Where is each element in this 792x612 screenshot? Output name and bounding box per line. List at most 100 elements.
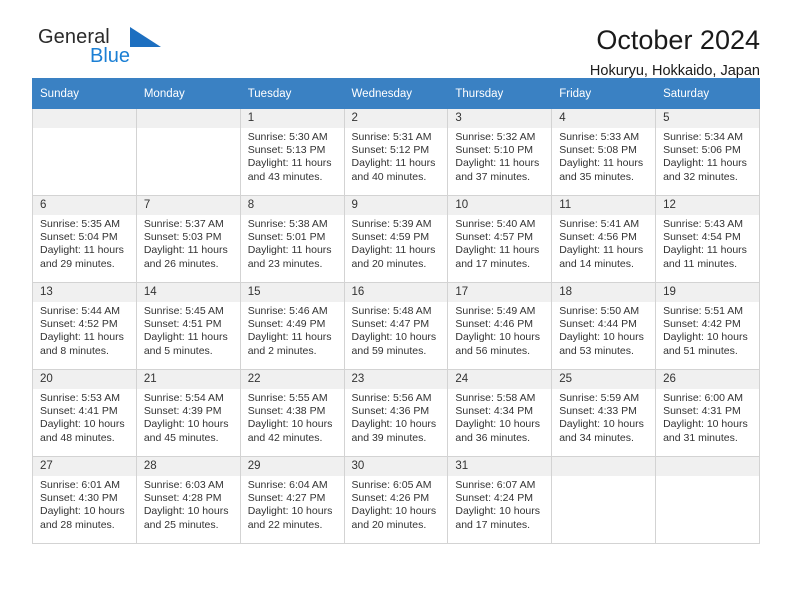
sunrise-text: Sunrise: 5:48 AM <box>351 305 432 317</box>
calendar-cell-day-18[interactable]: 18 Sunrise: 5:50 AM Sunset: 4:44 PM Dayligh… <box>551 282 657 370</box>
day-details: Sunrise: 5:50 AM Sunset: 4:44 PM Daylight:… <box>552 302 655 358</box>
sunset-text: Sunset: 4:51 PM <box>143 318 222 331</box>
day-details: Sunrise: 5:49 AM Sunset: 4:46 PM Daylight:… <box>448 302 551 358</box>
daylight-text: Daylight: 11 hours and 37 minutes. <box>455 157 540 183</box>
calendar-cell-empty <box>551 456 657 544</box>
calendar-cell-day-25[interactable]: 25 Sunrise: 5:59 AM Sunset: 4:33 PM Dayligh… <box>551 369 657 457</box>
calendar-cell-day-26[interactable]: 26 Sunrise: 6:00 AM Sunset: 4:31 PM Dayligh… <box>655 369 760 457</box>
weekday-header-sunday: Sunday <box>32 78 137 109</box>
calendar-cell-day-22[interactable]: 22 Sunrise: 5:55 AM Sunset: 4:38 PM Dayligh… <box>239 369 345 457</box>
sunrise-text: Sunrise: 5:46 AM <box>247 305 328 317</box>
day-details: Sunrise: 5:38 AM Sunset: 5:01 PM Daylight:… <box>241 215 344 271</box>
day-number: 28 <box>136 457 240 476</box>
calendar-cell-day-11[interactable]: 11 Sunrise: 5:41 AM Sunset: 4:56 PM Dayligh… <box>551 195 657 283</box>
sunset-text: Sunset: 4:28 PM <box>143 492 222 505</box>
calendar-cell-day-8[interactable]: 8 Sunrise: 5:38 AM Sunset: 5:01 PM Daylight… <box>239 195 345 283</box>
sunset-text: Sunset: 5:10 PM <box>455 144 534 157</box>
sunrise-text: Sunrise: 6:04 AM <box>247 479 328 491</box>
calendar-cell-day-30[interactable]: 30 Sunrise: 6:05 AM Sunset: 4:26 PM Dayligh… <box>343 456 449 544</box>
day-details: Sunrise: 5:46 AM Sunset: 4:49 PM Daylight:… <box>241 302 344 358</box>
calendar-cell-day-6[interactable]: 6 Sunrise: 5:35 AM Sunset: 5:04 PM Daylight… <box>32 195 137 283</box>
daylight-text: Daylight: 10 hours and 25 minutes. <box>143 505 229 531</box>
day-number: 25 <box>552 370 656 389</box>
day-number: 22 <box>240 370 344 389</box>
daylight-text: Daylight: 11 hours and 23 minutes. <box>247 244 332 270</box>
calendar-cell-day-21[interactable]: 21 Sunrise: 5:54 AM Sunset: 4:39 PM Dayligh… <box>135 369 241 457</box>
day-number: 11 <box>552 196 656 215</box>
daylight-text: Daylight: 10 hours and 34 minutes. <box>559 418 644 444</box>
calendar-cell-day-16[interactable]: 16 Sunrise: 5:48 AM Sunset: 4:47 PM Dayligh… <box>343 282 449 370</box>
day-details: Sunrise: 5:55 AM Sunset: 4:38 PM Daylight:… <box>241 389 344 445</box>
sunset-text: Sunset: 5:01 PM <box>247 231 326 244</box>
day-details: Sunrise: 5:35 AM Sunset: 5:04 PM Daylight:… <box>33 215 136 271</box>
day-details: Sunrise: 5:59 AM Sunset: 4:33 PM Daylight:… <box>552 389 655 445</box>
daylight-text: Daylight: 10 hours and 31 minutes. <box>663 418 748 444</box>
day-number: 26 <box>656 370 759 389</box>
sunset-text: Sunset: 5:06 PM <box>663 144 741 157</box>
calendar-cell-day-24[interactable]: 24 Sunrise: 5:58 AM Sunset: 4:34 PM Dayligh… <box>447 369 553 457</box>
day-details: Sunrise: 5:34 AM Sunset: 5:06 PM Daylight:… <box>656 128 759 184</box>
calendar-cell-day-19[interactable]: 19 Sunrise: 5:51 AM Sunset: 4:42 PM Dayligh… <box>655 282 760 370</box>
daylight-text: Daylight: 11 hours and 2 minutes. <box>247 331 332 357</box>
calendar-cell-day-12[interactable]: 12 Sunrise: 5:43 AM Sunset: 4:54 PM Dayligh… <box>655 195 760 283</box>
sunset-text: Sunset: 4:57 PM <box>455 231 534 244</box>
calendar-cell-day-27[interactable]: 27 Sunrise: 6:01 AM Sunset: 4:30 PM Dayligh… <box>32 456 137 544</box>
calendar-cell-day-5[interactable]: 5 Sunrise: 5:34 AM Sunset: 5:06 PM Daylight… <box>655 108 760 196</box>
calendar-cell-day-3[interactable]: 3 Sunrise: 5:32 AM Sunset: 5:10 PM Daylight… <box>447 108 553 196</box>
calendar-cell-empty <box>655 456 760 544</box>
sunrise-text: Sunrise: 5:54 AM <box>143 392 224 404</box>
day-number: 16 <box>344 283 448 302</box>
sunset-text: Sunset: 4:47 PM <box>351 318 430 331</box>
calendar-cell-day-17[interactable]: 17 Sunrise: 5:49 AM Sunset: 4:46 PM Dayligh… <box>447 282 553 370</box>
day-number: 12 <box>656 196 759 215</box>
sunrise-text: Sunrise: 6:07 AM <box>455 479 536 491</box>
calendar-cell-day-1[interactable]: 1 Sunrise: 5:30 AM Sunset: 5:13 PM Daylight… <box>239 108 345 196</box>
calendar-cell-day-29[interactable]: 29 Sunrise: 6:04 AM Sunset: 4:27 PM Dayligh… <box>239 456 345 544</box>
sunrise-text: Sunrise: 6:05 AM <box>351 479 432 491</box>
calendar-cell-day-4[interactable]: 4 Sunrise: 5:33 AM Sunset: 5:08 PM Daylight… <box>551 108 657 196</box>
sunset-text: Sunset: 4:44 PM <box>559 318 637 331</box>
sunset-text: Sunset: 4:46 PM <box>455 318 534 331</box>
sunrise-text: Sunrise: 6:03 AM <box>143 479 224 491</box>
calendar-cell-day-2[interactable]: 2 Sunrise: 5:31 AM Sunset: 5:12 PM Daylight… <box>343 108 449 196</box>
sunrise-sunset-calendar: Sunday Monday Tuesday Wednesday Thursday… <box>32 78 760 544</box>
sunset-text: Sunset: 4:42 PM <box>663 318 741 331</box>
calendar-cell-day-20[interactable]: 20 Sunrise: 5:53 AM Sunset: 4:41 PM Dayligh… <box>32 369 137 457</box>
title-block: October 2024 Hokuryu, Hokkaido, Japan <box>590 24 760 82</box>
sunrise-text: Sunrise: 5:55 AM <box>247 392 328 404</box>
page-title: October 2024 <box>596 25 760 55</box>
sunset-text: Sunset: 4:26 PM <box>351 492 430 505</box>
day-details: Sunrise: 5:40 AM Sunset: 4:57 PM Daylight:… <box>448 215 551 271</box>
calendar-cell-day-13[interactable]: 13 Sunrise: 5:44 AM Sunset: 4:52 PM Dayligh… <box>32 282 137 370</box>
weekday-header-tuesday: Tuesday <box>239 78 345 109</box>
sunrise-text: Sunrise: 5:56 AM <box>351 392 432 404</box>
day-number: 31 <box>448 457 552 476</box>
calendar-week-row: 6 Sunrise: 5:35 AM Sunset: 5:04 PM Daylight… <box>32 195 760 283</box>
calendar-cell-day-7[interactable]: 7 Sunrise: 5:37 AM Sunset: 5:03 PM Daylight… <box>135 195 241 283</box>
daylight-text: Daylight: 10 hours and 28 minutes. <box>40 505 125 531</box>
calendar-body: 1 Sunrise: 5:30 AM Sunset: 5:13 PM Daylight… <box>32 108 760 544</box>
daylight-text: Daylight: 11 hours and 43 minutes. <box>247 157 332 183</box>
sunrise-text: Sunrise: 5:31 AM <box>351 131 432 143</box>
daylight-text: Daylight: 10 hours and 42 minutes. <box>247 418 333 444</box>
day-details: Sunrise: 5:41 AM Sunset: 4:56 PM Daylight:… <box>552 215 655 271</box>
calendar-cell-day-31[interactable]: 31 Sunrise: 6:07 AM Sunset: 4:24 PM Dayligh… <box>447 456 553 544</box>
calendar-cell-empty <box>135 108 241 196</box>
calendar-cell-day-28[interactable]: 28 Sunrise: 6:03 AM Sunset: 4:28 PM Dayligh… <box>135 456 241 544</box>
day-number: 21 <box>136 370 240 389</box>
sunset-text: Sunset: 4:33 PM <box>559 405 637 418</box>
sunrise-text: Sunrise: 5:50 AM <box>559 305 640 317</box>
calendar-cell-day-23[interactable]: 23 Sunrise: 5:56 AM Sunset: 4:36 PM Dayligh… <box>343 369 449 457</box>
brand-logo[interactable]: General Blue <box>32 24 212 72</box>
day-details: Sunrise: 5:30 AM Sunset: 5:13 PM Daylight:… <box>241 128 344 184</box>
day-details: Sunrise: 6:01 AM Sunset: 4:30 PM Daylight:… <box>33 476 136 532</box>
sunrise-text: Sunrise: 5:35 AM <box>40 218 120 230</box>
calendar-cell-day-10[interactable]: 10 Sunrise: 5:40 AM Sunset: 4:57 PM Dayligh… <box>447 195 553 283</box>
daylight-text: Daylight: 11 hours and 32 minutes. <box>663 157 747 183</box>
calendar-cell-day-9[interactable]: 9 Sunrise: 5:39 AM Sunset: 4:59 PM Daylight… <box>343 195 449 283</box>
day-number <box>552 457 656 476</box>
day-number <box>33 109 136 128</box>
sunset-text: Sunset: 5:13 PM <box>247 144 326 157</box>
calendar-cell-day-15[interactable]: 15 Sunrise: 5:46 AM Sunset: 4:49 PM Dayligh… <box>239 282 345 370</box>
calendar-cell-day-14[interactable]: 14 Sunrise: 5:45 AM Sunset: 4:51 PM Dayligh… <box>135 282 241 370</box>
